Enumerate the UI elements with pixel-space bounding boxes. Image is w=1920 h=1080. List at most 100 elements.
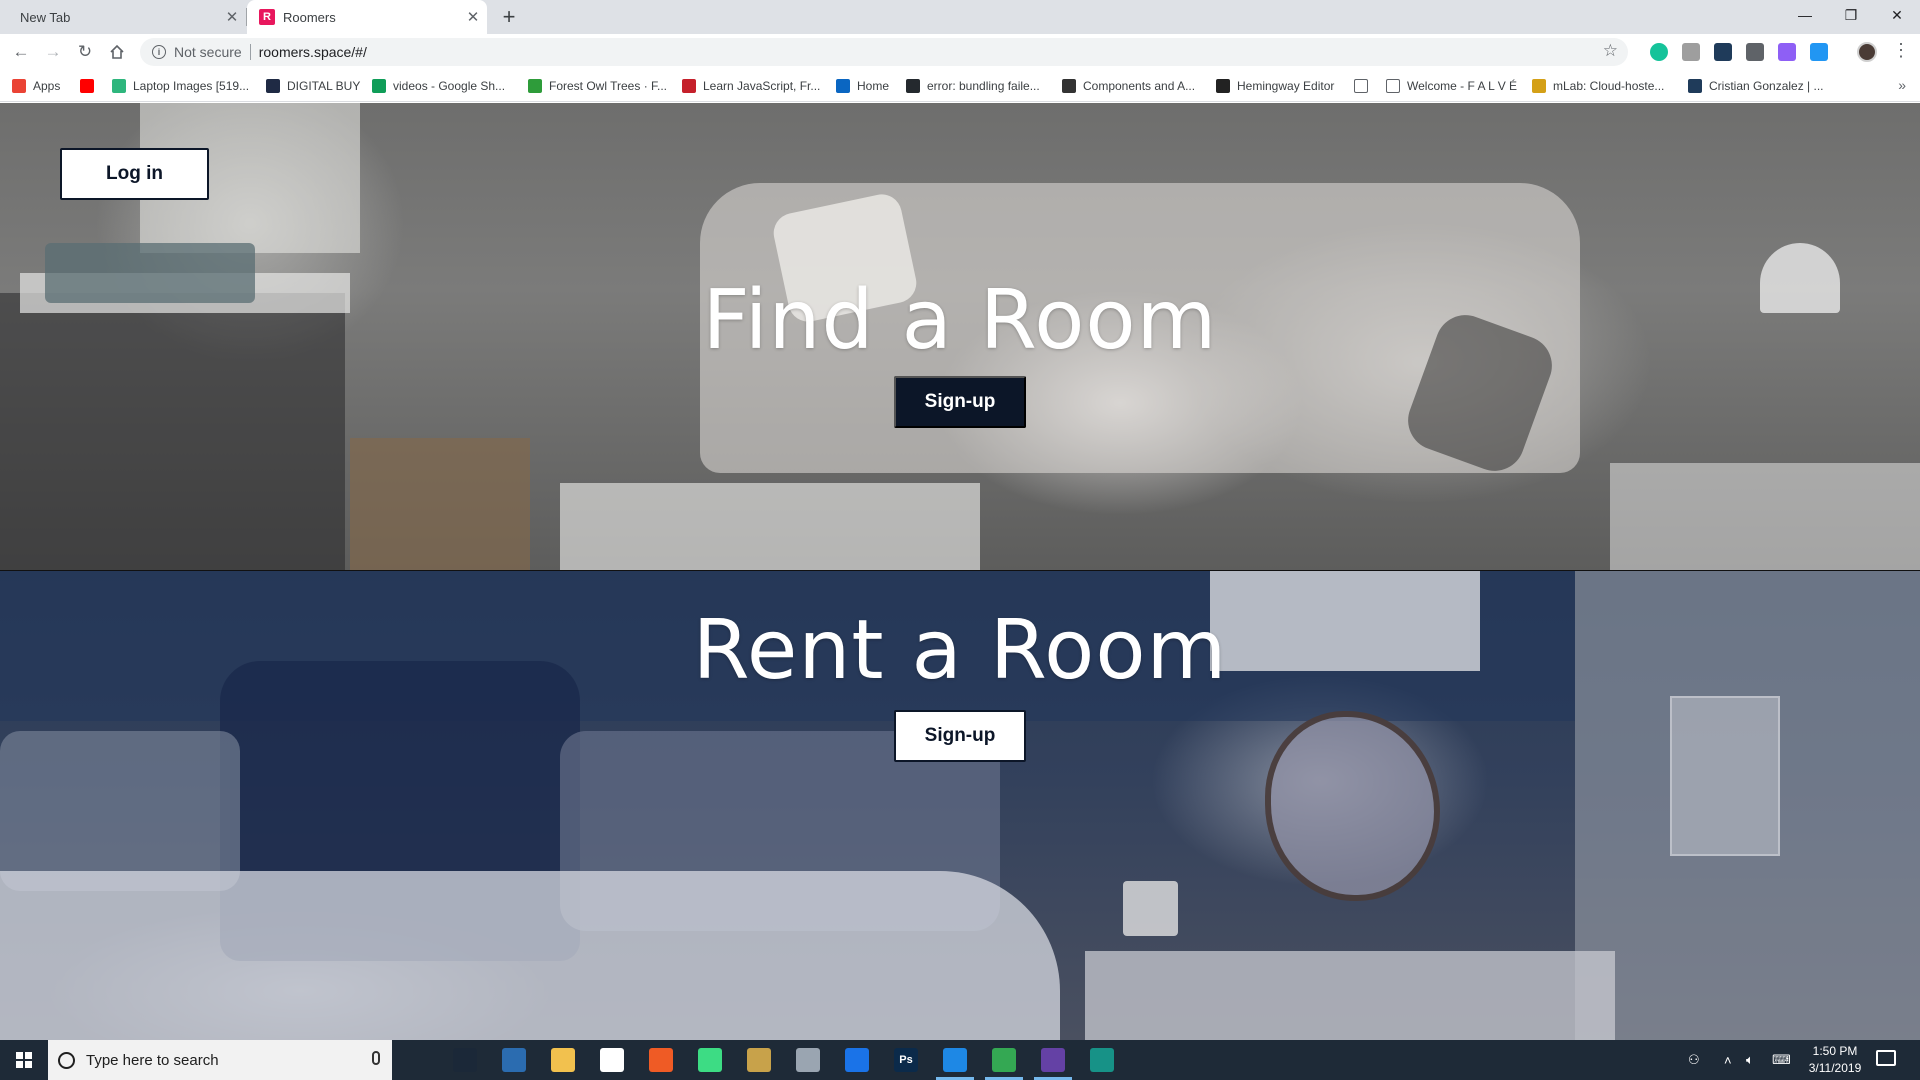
bookmark-item[interactable] bbox=[1354, 76, 1375, 96]
page-icon bbox=[1386, 79, 1400, 93]
react-devtools-icon[interactable] bbox=[1714, 43, 1732, 61]
page-icon bbox=[1354, 79, 1368, 93]
linkedin-icon bbox=[836, 79, 850, 93]
grammarly-icon[interactable] bbox=[1650, 43, 1668, 61]
download-icon[interactable] bbox=[1810, 43, 1828, 61]
search-placeholder: Type here to search bbox=[86, 1051, 219, 1069]
bookmark-item[interactable]: error: bundling faile... bbox=[906, 76, 1040, 96]
clock-cube-image bbox=[1123, 881, 1178, 936]
chevron-up-icon[interactable]: ˄ bbox=[1724, 1040, 1732, 1080]
vscode-icon[interactable] bbox=[943, 1048, 967, 1072]
login-button[interactable]: Log in bbox=[60, 148, 209, 200]
extension-icon[interactable] bbox=[1682, 43, 1700, 61]
bookmark-label: Cristian Gonzalez | ... bbox=[1709, 79, 1824, 93]
bookmark-label: Components and A... bbox=[1083, 79, 1196, 93]
agate-lamp-image bbox=[1265, 711, 1440, 901]
tab-title: New Tab bbox=[20, 9, 71, 25]
store-icon[interactable] bbox=[502, 1048, 526, 1072]
bookmark-label: Forest Owl Trees · F... bbox=[549, 79, 668, 93]
tab-roomers[interactable]: R Roomers ✕ bbox=[247, 0, 487, 34]
clock-date: 3/11/2019 bbox=[1808, 1061, 1862, 1075]
site-icon bbox=[1062, 79, 1076, 93]
bookmarks-overflow-icon[interactable]: » bbox=[1898, 77, 1906, 93]
bookmark-star-icon[interactable]: ☆ bbox=[1603, 41, 1618, 61]
keyboard-icon[interactable]: ⌨ bbox=[1772, 1040, 1791, 1080]
bookmark-item[interactable]: Welcome - F A L V É bbox=[1386, 76, 1517, 96]
bedsheet-image bbox=[0, 871, 1060, 1040]
chrome-icon[interactable] bbox=[992, 1048, 1016, 1072]
menu-kebab-icon[interactable]: ⋮ bbox=[1892, 40, 1910, 60]
bookmark-label: Hemingway Editor bbox=[1237, 79, 1335, 93]
postman-icon[interactable] bbox=[649, 1048, 673, 1072]
info-icon[interactable]: i bbox=[152, 45, 166, 59]
clock-time: 1:50 PM bbox=[1812, 1044, 1858, 1058]
restore-button[interactable]: ❐ bbox=[1828, 0, 1874, 30]
site-icon bbox=[266, 79, 280, 93]
microphone-icon[interactable] bbox=[372, 1051, 380, 1065]
photoshop-icon[interactable]: Ps bbox=[894, 1048, 918, 1072]
bookmark-item[interactable]: Components and A... bbox=[1062, 76, 1195, 96]
extension-icon[interactable] bbox=[1778, 43, 1796, 61]
people-icon[interactable]: ⚇ bbox=[1688, 1040, 1700, 1080]
rent-room-signup-button[interactable]: Sign-up bbox=[894, 710, 1026, 762]
close-icon[interactable]: ✕ bbox=[459, 8, 487, 26]
find-room-title: Find a Room bbox=[702, 273, 1218, 368]
gitkraken-icon[interactable] bbox=[1090, 1048, 1114, 1072]
books-icon[interactable] bbox=[747, 1048, 771, 1072]
url-text: roomers.space/#/ bbox=[258, 44, 367, 60]
start-button[interactable] bbox=[0, 1040, 48, 1080]
twitch-icon[interactable] bbox=[1041, 1048, 1065, 1072]
mlab-icon bbox=[1532, 79, 1546, 93]
arrow-right-icon: → bbox=[44, 42, 62, 61]
bookmark-label: error: bundling faile... bbox=[927, 79, 1040, 93]
bookmark-item[interactable] bbox=[80, 76, 101, 96]
taskbar-clock[interactable]: 1:50 PM 3/11/2019 bbox=[1796, 1043, 1874, 1077]
notifications-icon[interactable] bbox=[1876, 1050, 1896, 1066]
bookmark-item[interactable]: Laptop Images [519... bbox=[112, 76, 249, 96]
nightstand-image bbox=[1085, 951, 1615, 1040]
bookmark-item[interactable]: videos - Google Sh... bbox=[372, 76, 505, 96]
site-icon bbox=[1688, 79, 1702, 93]
steam-icon[interactable] bbox=[453, 1048, 477, 1072]
file-explorer-icon[interactable] bbox=[551, 1048, 575, 1072]
cast-icon[interactable] bbox=[1746, 43, 1764, 61]
firefox-icon[interactable] bbox=[845, 1048, 869, 1072]
bookmark-label: Laptop Images [519... bbox=[133, 79, 250, 93]
scrimba-icon bbox=[682, 79, 696, 93]
rent-room-section: Rent a Room Sign-up bbox=[0, 571, 1920, 1040]
tab-title: Roomers bbox=[283, 9, 336, 25]
bookmark-label: Welcome - F A L V É bbox=[1407, 79, 1518, 93]
bookmark-item[interactable]: Cristian Gonzalez | ... bbox=[1688, 76, 1824, 96]
bookmark-item[interactable]: Learn JavaScript, Fr... bbox=[682, 76, 820, 96]
forward-button[interactable]: → bbox=[40, 39, 66, 65]
mail-icon[interactable] bbox=[600, 1048, 624, 1072]
bookmark-item[interactable]: Apps bbox=[12, 76, 60, 96]
search-icon bbox=[58, 1051, 75, 1069]
new-tab-button[interactable]: + bbox=[496, 4, 522, 30]
find-room-signup-button[interactable]: Sign-up bbox=[894, 376, 1026, 428]
bookmark-item[interactable]: Forest Owl Trees · F... bbox=[528, 76, 667, 96]
minimize-button[interactable]: — bbox=[1782, 0, 1828, 30]
close-window-button[interactable]: ✕ bbox=[1874, 0, 1920, 30]
taskbar-search-input[interactable]: Type here to search bbox=[48, 1040, 392, 1080]
bookmarks-bar: » Apps Laptop Images [519... DIGITAL BUY vi… bbox=[0, 70, 1920, 102]
bookmark-item[interactable]: Home bbox=[836, 76, 889, 96]
arrow-left-icon: ← bbox=[12, 42, 30, 61]
task-view-icon[interactable] bbox=[404, 1048, 428, 1072]
close-icon[interactable]: ✕ bbox=[218, 8, 246, 26]
tab-new-tab[interactable]: New Tab ✕ bbox=[0, 0, 246, 34]
security-label: Not secure bbox=[174, 44, 242, 60]
home-button[interactable] bbox=[104, 39, 130, 65]
app-icon[interactable] bbox=[796, 1048, 820, 1072]
bookmark-item[interactable]: DIGITAL BUY bbox=[266, 76, 360, 96]
android-studio-icon[interactable] bbox=[698, 1048, 722, 1072]
reload-button[interactable]: ↻ bbox=[72, 39, 98, 65]
back-button[interactable]: ← bbox=[8, 39, 34, 65]
address-bar[interactable]: i Not secure roomers.space/#/ ☆ bbox=[140, 38, 1628, 66]
profile-avatar[interactable] bbox=[1857, 42, 1877, 62]
reload-icon: ↻ bbox=[77, 42, 93, 61]
bookmark-item[interactable]: Hemingway Editor bbox=[1216, 76, 1334, 96]
volume-icon[interactable]: 🔈︎ bbox=[1746, 1040, 1754, 1080]
px-icon bbox=[528, 79, 542, 93]
bookmark-item[interactable]: mLab: Cloud-hoste... bbox=[1532, 76, 1664, 96]
